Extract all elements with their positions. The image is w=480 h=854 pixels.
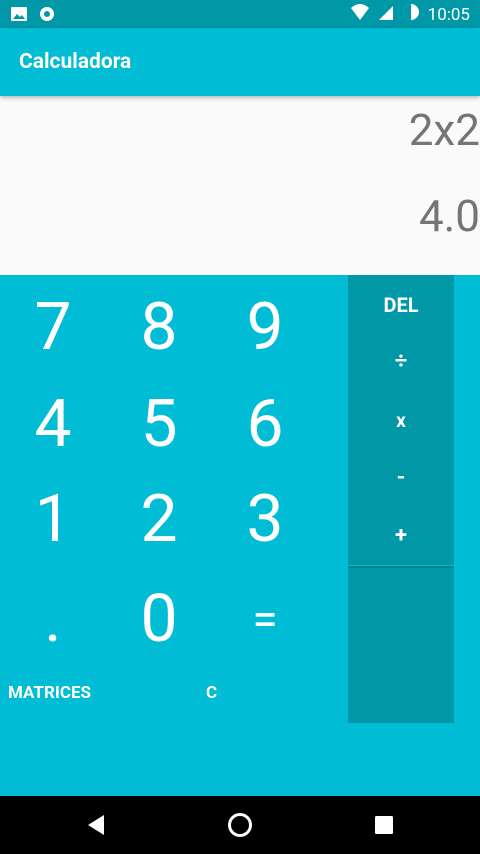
result-text: 4.0 bbox=[418, 190, 480, 242]
clock: 10:05 bbox=[427, 4, 470, 25]
expression-text: 2x2 bbox=[408, 104, 480, 156]
equals-button[interactable]: = bbox=[212, 587, 318, 653]
key-4[interactable]: 4 bbox=[0, 392, 106, 458]
image-notification-icon bbox=[10, 5, 28, 27]
key-9[interactable]: 9 bbox=[212, 295, 318, 361]
navigation-bar bbox=[0, 796, 480, 854]
calculator-display: 2x2 4.0 bbox=[0, 96, 480, 275]
key-decimal[interactable]: . bbox=[0, 587, 106, 653]
recents-icon[interactable] bbox=[369, 810, 399, 840]
key-6[interactable]: 6 bbox=[212, 392, 318, 458]
operator-panel-extension bbox=[348, 566, 454, 723]
matrices-button[interactable]: MATRICES bbox=[8, 683, 91, 703]
delete-button[interactable]: DEL bbox=[348, 293, 454, 317]
home-icon[interactable] bbox=[225, 810, 255, 840]
status-bar: 10:05 bbox=[0, 0, 480, 28]
clear-button[interactable]: C bbox=[206, 683, 217, 703]
key-0[interactable]: 0 bbox=[106, 587, 212, 653]
operator-panel: DEL ÷ x - + bbox=[348, 275, 454, 565]
key-2[interactable]: 2 bbox=[106, 487, 212, 553]
minus-button[interactable]: - bbox=[348, 465, 454, 490]
key-1[interactable]: 1 bbox=[0, 487, 106, 553]
sync-notification-icon bbox=[38, 5, 56, 27]
back-icon[interactable] bbox=[81, 810, 111, 840]
wifi-icon bbox=[350, 3, 370, 26]
key-3[interactable]: 3 bbox=[212, 487, 318, 553]
multiply-button[interactable]: x bbox=[348, 409, 454, 432]
app-title: Calculadora bbox=[19, 50, 132, 74]
keypad: 7 8 9 4 5 6 1 2 3 . 0 = MATRICES C DEL ÷… bbox=[0, 275, 480, 796]
battery-icon bbox=[402, 3, 420, 26]
plus-button[interactable]: + bbox=[348, 523, 454, 548]
app-bar: Calculadora bbox=[0, 28, 480, 96]
key-8[interactable]: 8 bbox=[106, 295, 212, 361]
key-7[interactable]: 7 bbox=[0, 295, 106, 361]
signal-icon bbox=[378, 3, 394, 26]
key-5[interactable]: 5 bbox=[106, 392, 212, 458]
divide-button[interactable]: ÷ bbox=[348, 349, 454, 374]
